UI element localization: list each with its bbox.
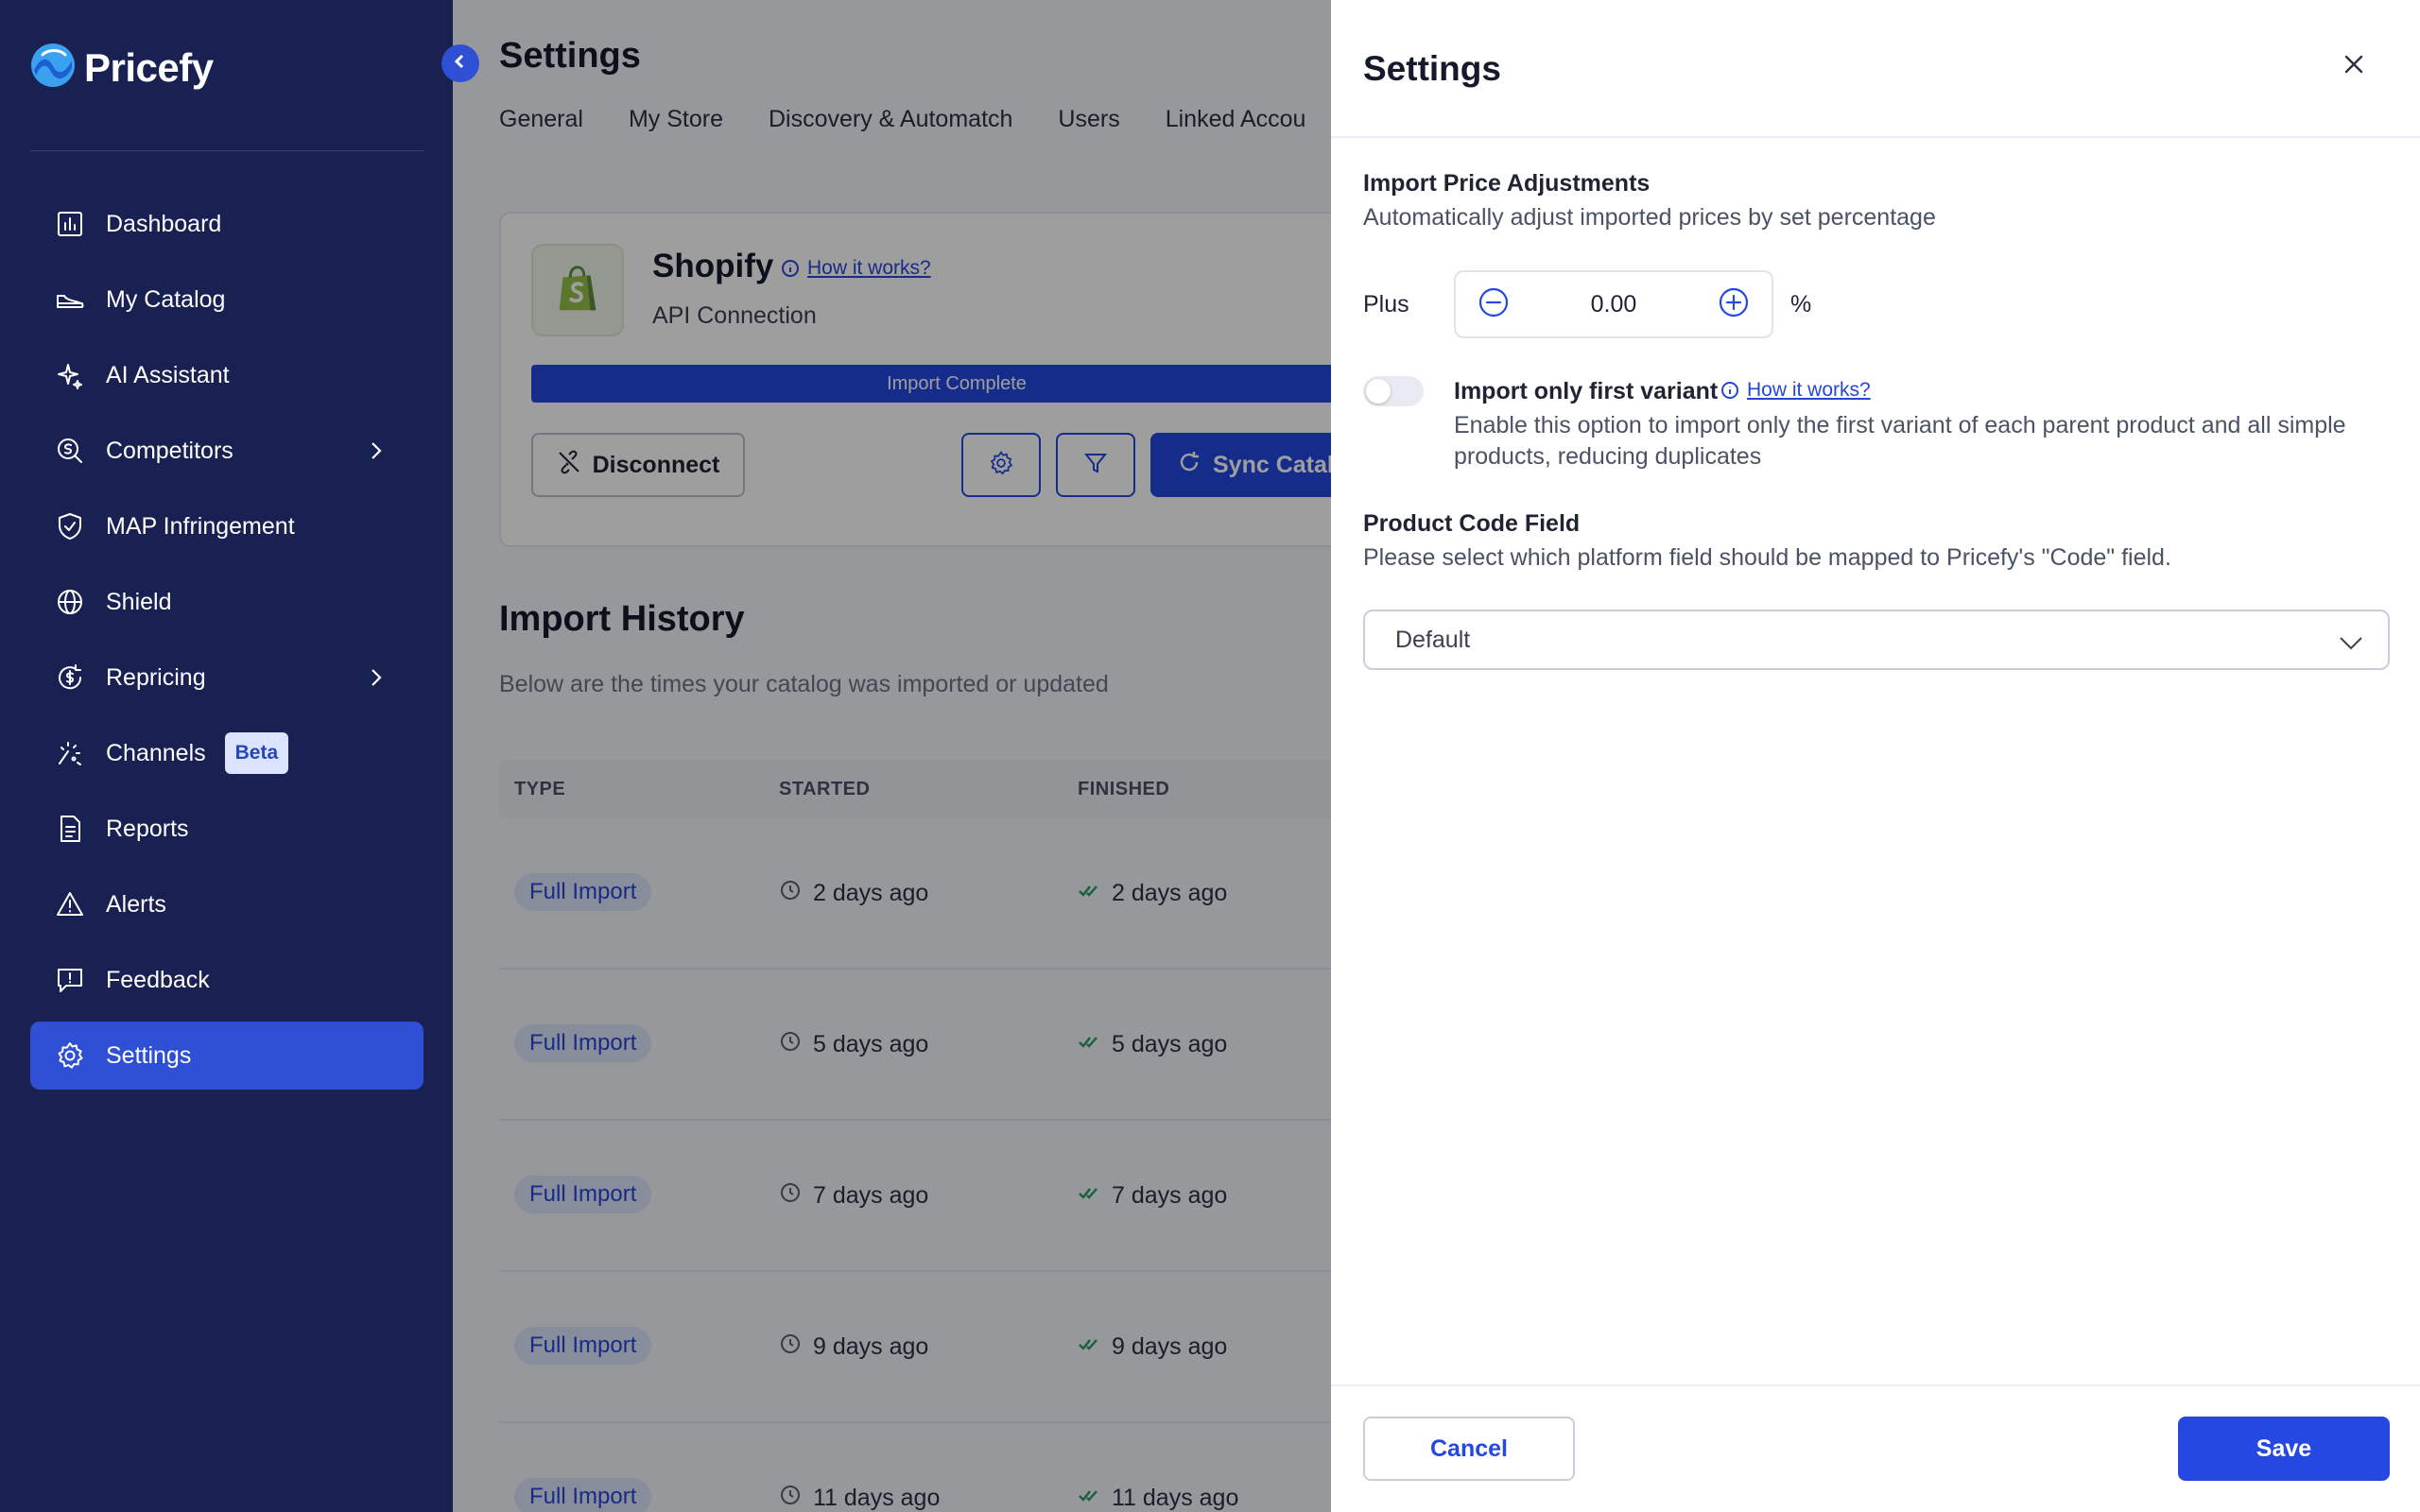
decrement-button[interactable] (1477, 287, 1511, 321)
sparkle-icon (55, 360, 85, 390)
beta-badge: Beta (224, 732, 289, 774)
app-logo[interactable]: Pricefy (29, 42, 214, 94)
drawer-divider (1331, 136, 2420, 138)
percent-unit: % (1790, 291, 1812, 318)
sidebar-item-label: Settings (106, 1041, 192, 1069)
chevron-left-icon (451, 52, 470, 76)
sidebar-item-alerts[interactable]: Alerts (30, 870, 424, 938)
chevron-down-icon (2337, 628, 2365, 657)
product-code-label: Product Code Field (1363, 510, 1581, 537)
sidebar-item-label: Competitors (106, 437, 233, 464)
sidebar-item-dashboard[interactable]: Dashboard (30, 190, 424, 258)
first-variant-toggle[interactable] (1363, 376, 1424, 406)
sidebar-item-label: Repricing (106, 663, 206, 691)
fireworks-icon (55, 738, 85, 768)
chevron-right-icon (363, 664, 389, 691)
product-code-select[interactable]: Default (1363, 610, 2390, 670)
sidebar-item-label: Alerts (106, 890, 166, 918)
gear-icon (55, 1040, 85, 1071)
app-name: Pricefy (84, 44, 214, 90)
sidebar-item-label: Shield (106, 588, 172, 615)
sidebar-item-label: Reports (106, 815, 189, 842)
sidebar-item-shield[interactable]: Shield (30, 568, 424, 636)
sidebar-item-label: My Catalog (106, 285, 226, 313)
info-icon (1720, 381, 1739, 400)
close-button[interactable] (2337, 49, 2371, 83)
sidebar-item-feedback[interactable]: Feedback (30, 946, 424, 1014)
sidebar: Pricefy Dashboard My Catalog AI Assistan… (0, 0, 453, 1512)
sidebar-nav: Dashboard My Catalog AI Assistant Compet… (30, 190, 424, 1097)
cancel-button[interactable]: Cancel (1363, 1417, 1575, 1481)
chevron-right-icon (363, 438, 389, 464)
plus-circle-icon (1718, 286, 1750, 323)
sidebar-item-map-infringement[interactable]: MAP Infringement (30, 492, 424, 560)
collapse-sidebar-button[interactable] (441, 44, 479, 82)
warning-icon (55, 889, 85, 919)
sidebar-item-settings[interactable]: Settings (30, 1022, 424, 1090)
sidebar-item-label: MAP Infringement (106, 512, 295, 540)
plus-label: Plus (1363, 291, 1409, 318)
sidebar-item-label: Feedback (106, 966, 210, 993)
sidebar-item-competitors[interactable]: Competitors (30, 417, 424, 485)
first-variant-description: Enable this option to import only the fi… (1454, 412, 2346, 470)
percentage-input[interactable] (1547, 290, 1680, 318)
price-adjust-label: Import Price Adjustments (1363, 170, 1651, 197)
settings-drawer: Settings Import Price Adjustments Automa… (1331, 0, 2420, 1512)
how-it-works-label: How it works? (1747, 379, 1871, 401)
sidebar-item-my-catalog[interactable]: My Catalog (30, 266, 424, 334)
close-icon (2342, 53, 2365, 80)
shoe-icon (55, 284, 85, 315)
sidebar-item-channels[interactable]: Channels Beta (30, 719, 424, 787)
first-variant-how-it-works-link[interactable]: How it works? (1720, 379, 1871, 402)
price-adjust-description: Automatically adjust imported prices by … (1363, 204, 1936, 231)
selected-value: Default (1395, 626, 1471, 653)
percentage-stepper (1454, 270, 1773, 338)
modal-backdrop[interactable] (453, 0, 1331, 1512)
footer-divider (1331, 1384, 2420, 1386)
search-dollar-icon (55, 436, 85, 466)
product-code-description: Please select which platform field shoul… (1363, 544, 2171, 571)
minus-circle-icon (1478, 286, 1510, 323)
sidebar-item-repricing[interactable]: Repricing (30, 644, 424, 712)
first-variant-label: Import only first variant (1454, 378, 1719, 404)
increment-button[interactable] (1717, 287, 1751, 321)
shield-check-icon (55, 511, 85, 541)
sidebar-divider (30, 150, 424, 151)
globe-icon (55, 587, 85, 617)
pricefy-logo-icon (29, 42, 77, 94)
feedback-icon (55, 965, 85, 995)
drawer-title: Settings (1363, 49, 1501, 88)
sidebar-item-label: AI Assistant (106, 361, 230, 388)
toggle-knob (1366, 379, 1391, 404)
chart-icon (55, 209, 85, 239)
sidebar-item-label: Channels (106, 739, 206, 766)
save-button[interactable]: Save (2178, 1417, 2390, 1481)
dollar-cycle-icon (55, 662, 85, 693)
document-icon (55, 814, 85, 844)
sidebar-item-label: Dashboard (106, 210, 222, 237)
sidebar-item-ai-assistant[interactable]: AI Assistant (30, 341, 424, 409)
sidebar-item-reports[interactable]: Reports (30, 795, 424, 863)
